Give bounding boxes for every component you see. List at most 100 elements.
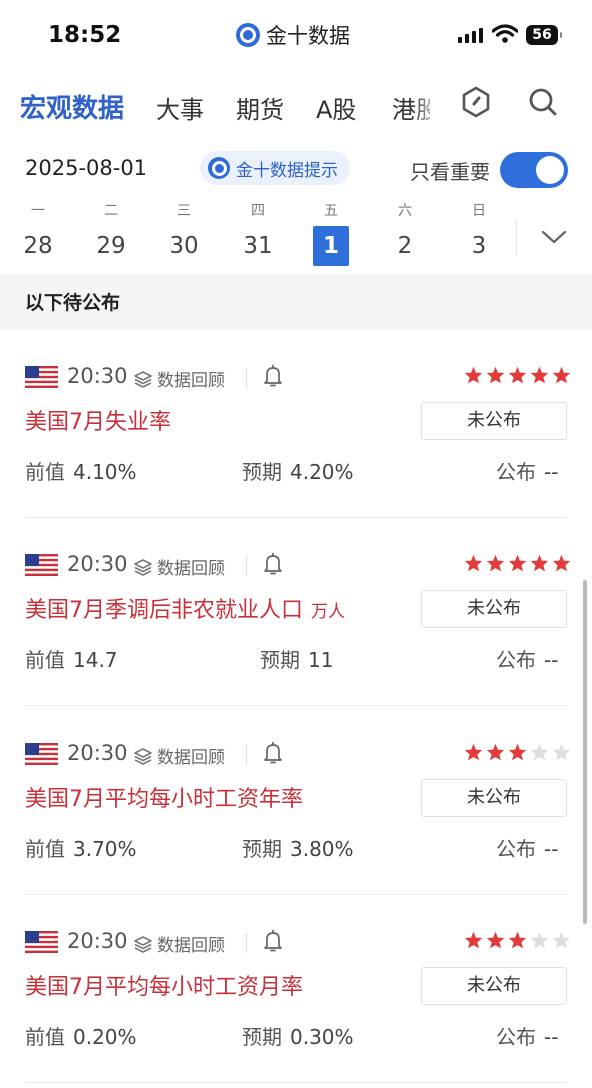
day-item[interactable]: 六 2 (385, 200, 425, 266)
week-selector: 一 28 二 29 三 30 四 31 五 1 六 2 日 3 (0, 200, 592, 272)
star-empty-icon (552, 931, 571, 953)
value-text: 14.7 (73, 648, 118, 672)
current-date[interactable]: 2025-08-01 (25, 156, 147, 180)
value-label: 预期 (242, 460, 282, 484)
value-text: 4.20% (290, 460, 354, 484)
section-title: 以下待公布 (25, 292, 121, 314)
publish-status-button[interactable]: 未公布 (421, 402, 567, 440)
publish-status-button[interactable]: 未公布 (421, 779, 567, 817)
data-review-label: 数据回顾 (157, 371, 225, 391)
bell-icon[interactable] (262, 929, 284, 953)
value-label: 公布 (496, 460, 536, 484)
day-item[interactable]: 三 30 (164, 200, 204, 266)
value-label: 预期 (260, 648, 300, 672)
app-name: 金十数据 (266, 24, 350, 48)
star-filled-icon (508, 366, 527, 388)
previous-value: 前值 0.20% (25, 1021, 137, 1050)
tab-futures[interactable]: 期货 (236, 90, 284, 125)
wifi-icon (492, 24, 518, 43)
value-label: 预期 (242, 837, 282, 861)
data-review-label: 数据回顾 (157, 748, 225, 768)
publish-status-button[interactable]: 未公布 (421, 590, 567, 628)
weekday-label: 六 (398, 203, 412, 219)
value-text: -- (544, 837, 559, 861)
previous-value: 前值 3.70% (25, 833, 137, 862)
day-item-selected[interactable]: 五 1 (311, 200, 351, 266)
event-title[interactable]: 美国7月平均每小时工资月率 (25, 969, 311, 1001)
day-item[interactable]: 一 28 (18, 200, 58, 266)
bell-icon[interactable] (262, 741, 284, 765)
data-review-button[interactable]: 数据回顾 (133, 931, 225, 956)
layers-icon (134, 370, 152, 388)
status-bar: 18:52 金十数据 56 (0, 0, 592, 72)
star-empty-icon (552, 743, 571, 765)
app-logo-icon (236, 23, 260, 47)
day-item[interactable]: 日 3 (459, 200, 499, 266)
us-flag-icon (25, 554, 58, 576)
hexagon-icon[interactable] (460, 86, 492, 118)
weekday-label: 一 (31, 203, 45, 219)
event-title[interactable]: 美国7月失业率 (25, 404, 179, 436)
event-card[interactable]: 20:30 数据回顾 美国7月失业率 未公布 前值 4.10% 预期 4.20% 公… (0, 330, 592, 518)
forecast-value: 预期 11 (260, 644, 333, 673)
star-empty-icon (530, 931, 549, 953)
day-number: 29 (96, 233, 126, 259)
star-filled-icon (464, 931, 483, 953)
day-number: 3 (471, 233, 487, 259)
actual-value: 公布 -- (496, 644, 558, 673)
date-bar: 2025-08-01 金十数据提示 只看重要 (0, 150, 592, 190)
day-number: 1 (313, 226, 349, 266)
tab-big-events[interactable]: 大事 (156, 90, 204, 125)
weekday-label: 五 (324, 203, 338, 219)
day-number: 2 (397, 233, 413, 259)
importance-stars (464, 554, 571, 576)
status-time: 18:52 (48, 22, 122, 48)
layers-icon (134, 558, 152, 576)
event-time: 20:30 (67, 929, 128, 953)
previous-value: 前值 14.7 (25, 644, 118, 673)
day-item[interactable]: 四 31 (238, 200, 278, 266)
value-text: 3.80% (290, 837, 354, 861)
tab-macro-data[interactable]: 宏观数据 (20, 88, 124, 125)
data-review-button[interactable]: 数据回顾 (133, 743, 225, 768)
star-filled-icon (508, 743, 527, 765)
jin10-tips-label: 金十数据提示 (236, 160, 338, 181)
data-review-button[interactable]: 数据回顾 (133, 366, 225, 391)
chevron-down-icon[interactable] (540, 228, 568, 246)
event-card[interactable]: 20:30 数据回顾 美国7月季调后非农就业人口 万人 未公布 前值 14.7 预期… (0, 518, 592, 706)
event-title[interactable]: 美国7月季调后非农就业人口 万人 (25, 592, 345, 624)
jin10-tips-button[interactable]: 金十数据提示 (200, 151, 350, 185)
event-time: 20:30 (67, 552, 128, 576)
event-time: 20:30 (67, 364, 128, 388)
previous-value: 前值 4.10% (25, 456, 137, 485)
weekday-label: 二 (104, 203, 118, 219)
actual-value: 公布 -- (496, 456, 558, 485)
day-number: 28 (23, 233, 53, 259)
event-card[interactable]: 20:30 数据回顾 美国7月平均每小时工资月率 未公布 前值 0.20% 预期 0… (0, 895, 592, 1083)
event-title[interactable]: 美国7月平均每小时工资年率 (25, 781, 311, 813)
bell-icon[interactable] (262, 552, 284, 576)
important-only-toggle[interactable] (500, 152, 568, 188)
event-card[interactable]: 20:30 数据回顾 美国7月平均每小时工资年率 未公布 前值 3.70% 预期 3… (0, 707, 592, 895)
pending-section-header: 以下待公布 (0, 274, 592, 330)
status-app: 金十数据 (236, 20, 350, 50)
important-only-label: 只看重要 (410, 160, 490, 184)
us-flag-icon (25, 931, 58, 953)
category-tabs: 宏观数据 大事 期货 A股 港股 (0, 80, 592, 132)
event-title-text: 美国7月季调后非农就业人口 (25, 598, 303, 623)
publish-status-button[interactable]: 未公布 (421, 967, 567, 1005)
layers-icon (134, 935, 152, 953)
star-filled-icon (508, 931, 527, 953)
data-review-button[interactable]: 数据回顾 (133, 554, 225, 579)
star-filled-icon (508, 554, 527, 576)
data-review-label: 数据回顾 (157, 936, 225, 956)
bell-icon[interactable] (262, 364, 284, 388)
value-label: 前值 (25, 1025, 65, 1049)
search-icon[interactable] (527, 86, 559, 118)
tab-a-shares[interactable]: A股 (316, 90, 356, 125)
day-number: 31 (243, 233, 273, 259)
actual-value: 公布 -- (496, 833, 558, 862)
day-item[interactable]: 二 29 (91, 200, 131, 266)
actual-value: 公布 -- (496, 1021, 558, 1050)
scrollbar[interactable] (583, 580, 587, 924)
